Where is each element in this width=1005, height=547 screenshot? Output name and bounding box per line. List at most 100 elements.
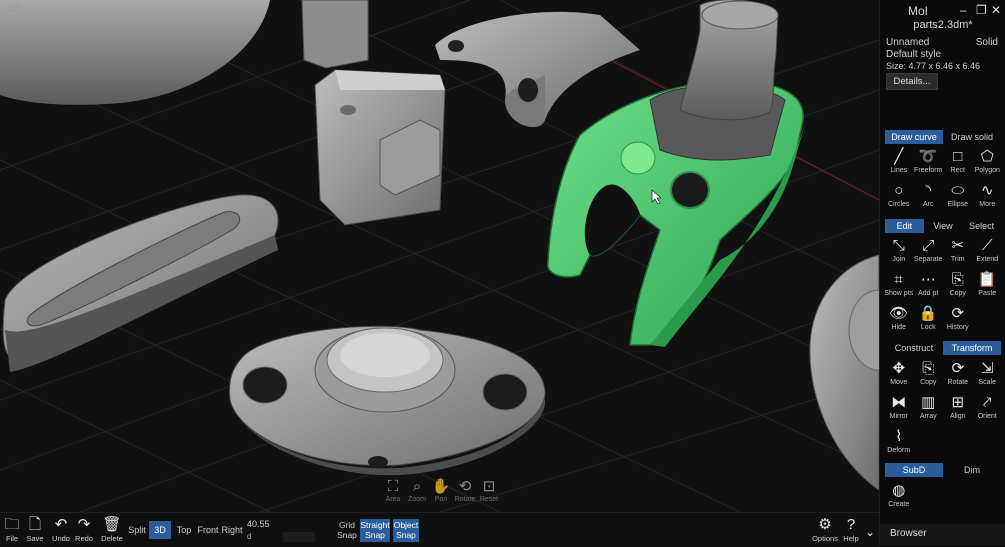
more-curves-button[interactable]: ∿ More (973, 182, 1003, 208)
minimize-icon[interactable]: – (960, 3, 967, 17)
distance-label: d (247, 532, 252, 541)
part-bracket-hole (448, 40, 464, 52)
draw-tabs: Draw curve Draw solid (885, 130, 1001, 144)
nav-area-button[interactable]: ⛶ Area (382, 478, 404, 503)
tab-dim[interactable]: Dim (943, 463, 1001, 477)
ellipse-button[interactable]: ⬭ Ellipse (943, 182, 973, 208)
add-point-icon: ⋯ (920, 271, 936, 288)
transform-copy-button[interactable]: ⎘ Copy (914, 360, 944, 386)
move-button[interactable]: ✥ Move (884, 360, 914, 386)
straight-snap-toggle[interactable]: Straight Snap (360, 519, 390, 542)
viewport-scene (0, 0, 879, 512)
lock-button[interactable]: 🔒 Lock (914, 305, 944, 331)
grid-snap-toggle[interactable]: Grid Snap (336, 519, 358, 542)
object-name[interactable]: Unnamed (886, 37, 929, 48)
paste-button[interactable]: 📋 Paste (973, 271, 1003, 297)
show-points-icon: ⌗ (894, 271, 903, 288)
extend-icon: ⟋ (981, 237, 993, 254)
circle-icon: ○ (894, 182, 904, 199)
subd-create-button[interactable]: ◍ Create (884, 482, 914, 508)
lines-button[interactable]: ╱ Lines (884, 148, 914, 174)
extend-button[interactable]: ⟋ Extend (973, 237, 1003, 263)
help-button[interactable]: ? Help (840, 516, 862, 543)
polygon-button[interactable]: ⬠ Polygon (973, 148, 1003, 174)
edit-tabs: Edit View Select (885, 219, 1001, 233)
mirror-button[interactable]: ⧓ Mirror (884, 394, 914, 420)
3d-viewport[interactable]: 3D ⛶ Area ⌕ Zoom ✋ Pan ⟲ Rotate ⊡ Reset (0, 0, 879, 512)
align-button[interactable]: ⊞ Align (943, 394, 973, 420)
add-point-button[interactable]: ⋯ Add pt (914, 271, 944, 297)
separate-button[interactable]: ⤢ Separate (914, 237, 944, 263)
hide-button[interactable]: 👁 Hide (884, 305, 914, 331)
options-button[interactable]: ⚙ Options (812, 516, 838, 543)
view-3d-button[interactable]: 3D (149, 521, 171, 539)
object-snap-toggle[interactable]: Object Snap (393, 519, 419, 542)
scale-icon: ⇲ (980, 360, 994, 377)
array-button[interactable]: ▥ Array (914, 394, 944, 420)
copy-button[interactable]: ⎘ Copy (943, 271, 973, 297)
view-top-button[interactable]: Top (175, 521, 193, 539)
tab-draw-solid[interactable]: Draw solid (943, 130, 1001, 144)
tab-construct[interactable]: Construct (885, 341, 943, 355)
circles-button[interactable]: ○ Circles (884, 182, 914, 208)
part-top-block (301, 0, 369, 69)
tab-transform[interactable]: Transform (943, 341, 1001, 355)
tab-subd[interactable]: SubD (885, 463, 943, 477)
deform-button[interactable]: ⌇ Deform (884, 428, 914, 454)
object-style[interactable]: Default style (886, 49, 941, 60)
nav-pan-button[interactable]: ✋ Pan (430, 478, 452, 503)
delete-button[interactable]: 🗑 Delete (100, 516, 124, 543)
selected-fork[interactable] (547, 80, 805, 347)
pan-icon: ✋ (431, 478, 451, 495)
tab-select[interactable]: Select (962, 219, 1001, 233)
show-points-button[interactable]: ⌗ Show pts (884, 271, 914, 297)
browser-button[interactable]: Browser (880, 524, 1005, 546)
freeform-icon: ➰ (918, 148, 938, 165)
copy-icon: ⎘ (922, 360, 935, 377)
hide-icon: 👁 (889, 305, 909, 322)
scale-button[interactable]: ⇲ Scale (973, 360, 1003, 386)
history-button[interactable]: ⟳ History (943, 305, 973, 331)
undo-button[interactable]: ↶ Undo (51, 516, 71, 543)
tab-edit[interactable]: Edit (885, 219, 924, 233)
file-button[interactable]: 🗀 File (3, 516, 21, 543)
trim-button[interactable]: ✂ Trim (943, 237, 973, 263)
zoom-area-icon: ⛶ (387, 478, 399, 495)
view-right-button[interactable]: Right (221, 521, 243, 539)
expand-button[interactable]: ⌄ (862, 523, 878, 541)
part-disc (809, 254, 879, 491)
details-button[interactable]: Details... (886, 73, 938, 90)
view-split-button[interactable]: Split (128, 521, 146, 539)
nav-rotate-button[interactable]: ⟲ Rotate (454, 478, 476, 503)
rotate-button[interactable]: ⟳ Rotate (943, 360, 973, 386)
draw-tools-row-1: ╱ Lines ➰ Freeform □ Rect ⬠ Polygon (884, 148, 1002, 174)
nav-reset-button[interactable]: ⊡ Reset (478, 478, 500, 503)
distance-field[interactable]: d (247, 532, 317, 542)
nav-zoom-button[interactable]: ⌕ Zoom (406, 478, 428, 503)
part-blob (0, 0, 270, 105)
freeform-button[interactable]: ➰ Freeform (914, 148, 944, 174)
redo-button[interactable]: ↷ Redo (74, 516, 94, 543)
reset-view-icon: ⊡ (482, 478, 496, 495)
join-button[interactable]: ⤡ Join (884, 237, 914, 263)
rotate-icon: ⟳ (951, 360, 965, 377)
mirror-icon: ⧓ (891, 394, 907, 411)
tab-view[interactable]: View (924, 219, 963, 233)
orient-button[interactable]: ⤤ Orient (973, 394, 1003, 420)
save-button[interactable]: 🗋 Save (25, 516, 45, 543)
maximize-icon[interactable]: ❐ (976, 3, 987, 17)
distance-input[interactable] (283, 532, 315, 542)
trash-icon: 🗑 (102, 516, 122, 533)
join-icon: ⤡ (892, 237, 905, 254)
view-front-button[interactable]: Front (197, 521, 219, 539)
polygon-icon: ⬠ (980, 148, 994, 165)
file-name: parts2.3dm* (913, 19, 973, 31)
move-icon: ✥ (892, 360, 906, 377)
rect-button[interactable]: □ Rect (943, 148, 973, 174)
tab-draw-curve[interactable]: Draw curve (885, 130, 943, 144)
gear-icon: ⚙ (818, 516, 832, 533)
close-icon[interactable]: ✕ (991, 3, 1001, 17)
lock-icon: 🔒 (918, 305, 938, 322)
bottom-toolbar: 🗀 File 🗋 Save ↶ Undo ↷ Redo 🗑 Delete Split 3D… (0, 512, 879, 547)
arc-button[interactable]: ◝ Arc (914, 182, 944, 208)
